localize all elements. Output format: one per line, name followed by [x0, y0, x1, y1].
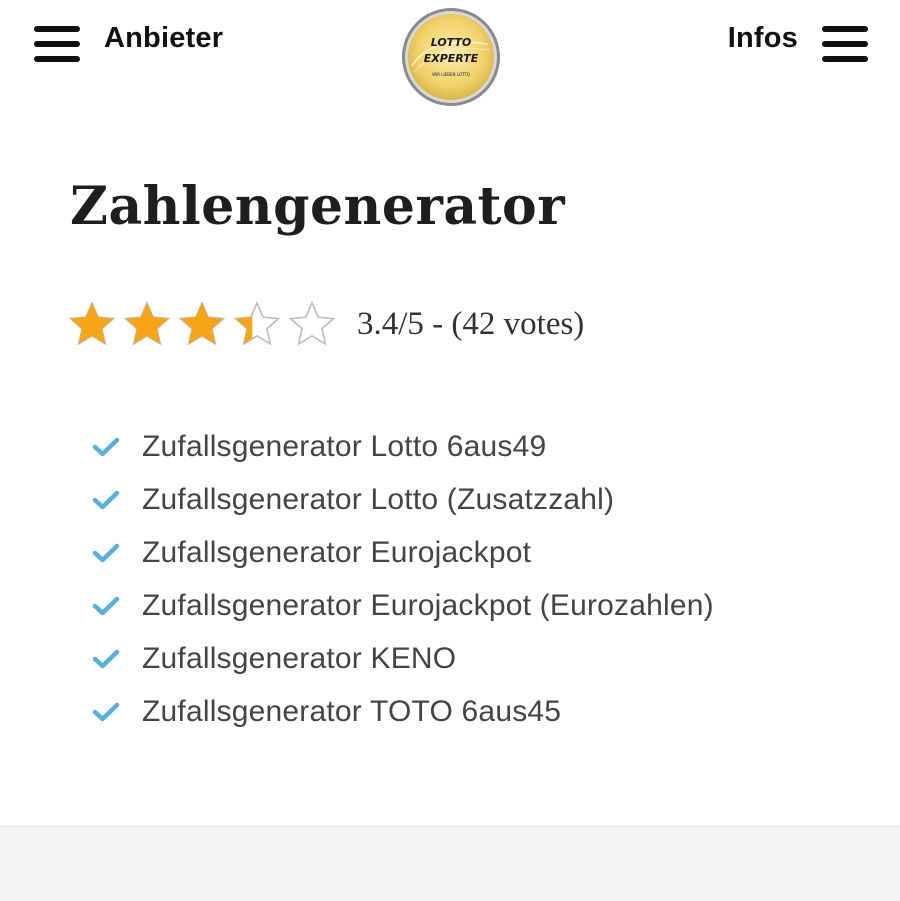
logo-badge-icon: LOTTO EXPERTE WIR LIEBEN LOTTO: [402, 8, 500, 106]
list-item: Zufallsgenerator Eurojackpot (Eurozahlen…: [92, 579, 714, 632]
site-header: Anbieter LOTTO EXPERTE WIR LIEBEN LOTTO …: [0, 0, 900, 110]
feature-text: Zufallsgenerator Lotto (Zusatzzahl): [142, 482, 615, 516]
checkmark-icon: [92, 437, 120, 456]
star-icon[interactable]: [288, 300, 336, 348]
logo-line1: LOTTO: [431, 36, 472, 49]
list-item: Zufallsgenerator Eurojackpot: [92, 526, 714, 579]
rating-widget: 3.4/5 - (42 votes): [68, 300, 584, 348]
footer-band: [0, 826, 900, 901]
list-item: Zufallsgenerator Lotto (Zusatzzahl): [92, 473, 714, 526]
page-title: Zahlengenerator: [70, 176, 566, 237]
star-icon[interactable]: [233, 300, 281, 348]
feature-text: Zufallsgenerator TOTO 6aus45: [142, 694, 562, 728]
providers-menu-label: Anbieter: [104, 21, 224, 54]
star-icon[interactable]: [123, 300, 171, 348]
checkmark-icon: [92, 649, 120, 668]
logo-tagline: WIR LIEBEN LOTTO: [432, 72, 470, 77]
infos-menu-label: Infos: [727, 21, 798, 54]
list-item: Zufallsgenerator TOTO 6aus45: [92, 685, 714, 738]
hamburger-menu-icon: [822, 26, 868, 62]
logo-line2: EXPERTE: [424, 52, 479, 65]
lotto-experte-logo[interactable]: LOTTO EXPERTE WIR LIEBEN LOTTO: [400, 6, 502, 108]
list-item: Zufallsgenerator Lotto 6aus49: [92, 420, 714, 473]
feature-text: Zufallsgenerator KENO: [142, 641, 457, 675]
star-rating[interactable]: [68, 300, 343, 348]
feature-text: Zufallsgenerator Lotto 6aus49: [142, 429, 547, 463]
star-icon[interactable]: [68, 300, 116, 348]
checkmark-icon: [92, 702, 120, 721]
feature-text: Zufallsgenerator Eurojackpot: [142, 535, 532, 569]
checkmark-icon: [92, 490, 120, 509]
infos-menu-button[interactable]: Infos: [728, 22, 868, 62]
providers-menu-button[interactable]: Anbieter: [34, 22, 223, 62]
hamburger-menu-icon: [34, 26, 80, 62]
feature-list: Zufallsgenerator Lotto 6aus49 Zufallsgene…: [92, 420, 714, 738]
star-icon[interactable]: [178, 300, 226, 348]
rating-summary: 3.4/5 - (42 votes): [357, 305, 585, 342]
checkmark-icon: [92, 543, 120, 562]
list-item: Zufallsgenerator KENO: [92, 632, 714, 685]
feature-text: Zufallsgenerator Eurojackpot (Eurozahlen…: [142, 588, 714, 622]
checkmark-icon: [92, 596, 120, 615]
